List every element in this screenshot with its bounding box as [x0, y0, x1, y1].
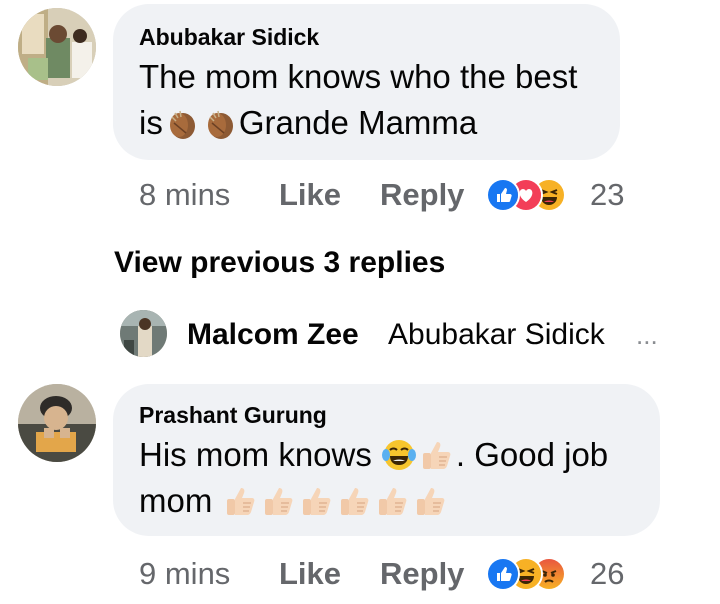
comment-text-line2: mom: [139, 482, 450, 520]
tears-of-joy-icon: [381, 437, 417, 473]
reaction-count[interactable]: 26: [590, 556, 624, 592]
comment-text-segment: Grande Mamma: [238, 104, 478, 141]
comment-timestamp[interactable]: 8 mins: [139, 177, 230, 213]
comment-text-segment: is: [139, 104, 163, 141]
avatar-malcom[interactable]: [120, 310, 167, 357]
like-button[interactable]: Like: [279, 177, 341, 213]
thumbs-up-icon: [261, 483, 297, 519]
thumbs-up-icon: [375, 483, 411, 519]
avatar-abubakar[interactable]: [18, 8, 96, 86]
comment-author[interactable]: Prashant Gurung: [139, 402, 327, 429]
comment-text-line1: The mom knows who the best: [139, 58, 578, 95]
reply-button[interactable]: Reply: [380, 556, 464, 592]
comment-text-line1: His mom knows . Good job: [139, 436, 608, 474]
thumbs-up-icon: [299, 483, 335, 519]
like-icon: [486, 557, 520, 591]
comment-timestamp[interactable]: 9 mins: [139, 556, 230, 592]
comment-text-segment: mom: [139, 482, 213, 519]
comment-text-line2: is Grande Mamma: [139, 104, 477, 142]
like-icon: [486, 178, 520, 212]
like-button[interactable]: Like: [279, 556, 341, 592]
comment-author[interactable]: Abubakar Sidick: [139, 24, 319, 51]
thumbs-up-icon: [337, 483, 373, 519]
clapping-hands-icon: [164, 105, 200, 141]
comment-text-segment: . Good job: [455, 436, 609, 473]
thumbs-up-icon: [419, 437, 455, 473]
comment-text-segment: His mom knows: [139, 436, 372, 473]
reply-preview-text[interactable]: Abubakar Sidick: [388, 318, 605, 352]
view-previous-replies-link[interactable]: View previous 3 replies: [114, 246, 445, 280]
reply-preview-author[interactable]: Malcom Zee: [187, 318, 359, 352]
reply-preview-ellipsis: ...: [636, 320, 658, 350]
thumbs-up-icon: [413, 483, 449, 519]
thumbs-up-icon: [223, 483, 259, 519]
clapping-hands-icon: [202, 105, 238, 141]
reply-button[interactable]: Reply: [380, 177, 464, 213]
avatar-prashant[interactable]: [18, 384, 96, 462]
reaction-count[interactable]: 23: [590, 177, 624, 213]
